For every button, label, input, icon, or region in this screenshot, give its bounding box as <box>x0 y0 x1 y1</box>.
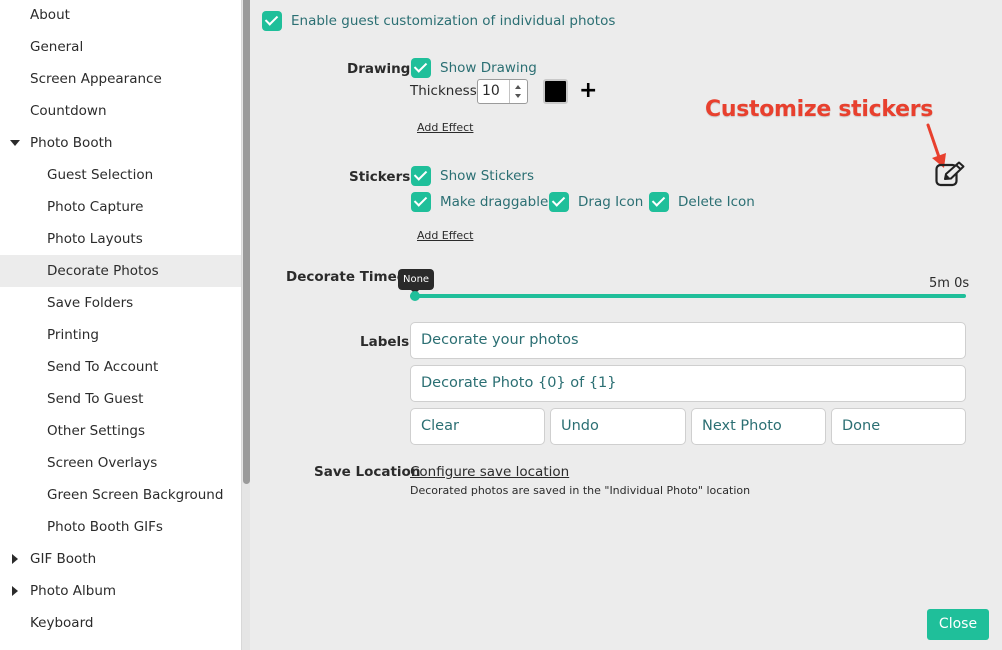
sidebar-item-photo-booth[interactable]: Photo Booth <box>0 127 241 159</box>
sidebar-item-photo-booth-gifs[interactable]: Photo Booth GIFs <box>0 511 241 543</box>
timeout-slider-handle[interactable] <box>410 291 420 301</box>
sidebar-item-send-to-guest[interactable]: Send To Guest <box>0 383 241 415</box>
make-draggable-label: Make draggable <box>440 194 549 210</box>
sidebar-item-general[interactable]: General <box>0 31 241 63</box>
add-color-plus-icon[interactable]: + <box>579 80 597 102</box>
drawing-add-effect-link[interactable]: Add Effect <box>417 121 473 134</box>
make-draggable-checkbox[interactable] <box>411 192 431 212</box>
show-drawing-checkbox[interactable] <box>411 58 431 78</box>
customize-stickers-callout: Customize stickers <box>705 97 934 122</box>
sidebar-item-gif-booth[interactable]: GIF Booth <box>0 543 241 575</box>
stickers-section-label: Stickers <box>349 169 411 185</box>
thickness-value: 10 <box>482 83 500 99</box>
thickness-label: Thickness <box>410 83 477 99</box>
labels-subtitle-input[interactable]: Decorate Photo {0} of {1} <box>410 365 966 402</box>
sidebar-item-label: Photo Booth <box>30 135 113 151</box>
timeout-tooltip: None <box>398 269 435 294</box>
show-drawing-label: Show Drawing <box>440 60 537 76</box>
sidebar-item-photo-album[interactable]: Photo Album <box>0 575 241 607</box>
timeout-slider-track[interactable] <box>410 294 966 298</box>
sidebar-item-decorate-photos[interactable]: Decorate Photos <box>0 255 241 287</box>
drawing-section-label: Drawing <box>347 61 411 77</box>
close-button[interactable]: Close <box>927 609 989 640</box>
stepper-up-icon[interactable] <box>515 85 521 89</box>
stickers-add-effect-link[interactable]: Add Effect <box>417 229 473 242</box>
sidebar-item-guest-selection[interactable]: Guest Selection <box>0 159 241 191</box>
edit-stickers-icon[interactable] <box>934 161 968 189</box>
show-stickers-checkbox[interactable] <box>411 166 431 186</box>
timeout-max-label: 5m 0s <box>929 276 970 291</box>
decorate-photos-panel: Enable guest customization of individual… <box>250 0 1002 650</box>
sidebar-item-keyboard[interactable]: Keyboard <box>0 607 241 639</box>
sidebar-item-photo-capture[interactable]: Photo Capture <box>0 191 241 223</box>
drag-icon-label: Drag Icon <box>578 194 644 210</box>
stepper-arrows[interactable] <box>509 80 527 103</box>
label-done-input[interactable]: Done <box>831 408 966 445</box>
sidebar-item-screen-overlays[interactable]: Screen Overlays <box>0 447 241 479</box>
sidebar-item-send-to-account[interactable]: Send To Account <box>0 351 241 383</box>
sidebar-item-green-screen-background[interactable]: Green Screen Background <box>0 479 241 511</box>
stepper-down-icon[interactable] <box>515 94 521 98</box>
enable-customization-checkbox[interactable] <box>262 11 282 31</box>
label-undo-input[interactable]: Undo <box>550 408 686 445</box>
sidebar-item-label: GIF Booth <box>30 551 97 567</box>
sidebar-item-printing[interactable]: Printing <box>0 319 241 351</box>
save-location-label: Save Location <box>314 464 421 480</box>
sidebar-item-screen-appearance[interactable]: Screen Appearance <box>0 63 241 95</box>
thickness-stepper[interactable]: 10 <box>477 79 528 104</box>
save-location-note: Decorated photos are saved in the "Indiv… <box>410 484 751 497</box>
settings-sidebar: About General Screen Appearance Countdow… <box>0 0 242 650</box>
sidebar-item-photo-layouts[interactable]: Photo Layouts <box>0 223 241 255</box>
caret-down-icon[interactable] <box>9 127 21 159</box>
labels-section-label: Labels <box>360 334 410 350</box>
labels-title-input[interactable]: Decorate your photos <box>410 322 966 359</box>
sidebar-item-other-settings[interactable]: Other Settings <box>0 415 241 447</box>
sidebar-scrollbar-thumb[interactable] <box>243 0 250 484</box>
caret-right-icon[interactable] <box>9 543 21 575</box>
sidebar-item-about[interactable]: About <box>0 0 241 31</box>
drag-icon-checkbox[interactable] <box>549 192 569 212</box>
configure-save-location-link[interactable]: Configure save location <box>410 464 569 480</box>
show-stickers-label: Show Stickers <box>440 168 534 184</box>
sidebar-item-label: Photo Album <box>30 583 117 599</box>
sidebar-item-countdown[interactable]: Countdown <box>0 95 241 127</box>
drawing-color-swatch[interactable] <box>543 79 568 104</box>
label-clear-input[interactable]: Clear <box>410 408 545 445</box>
caret-right-icon[interactable] <box>9 575 21 607</box>
enable-customization-label: Enable guest customization of individual… <box>291 13 616 29</box>
delete-icon-label: Delete Icon <box>678 194 755 210</box>
sidebar-item-save-folders[interactable]: Save Folders <box>0 287 241 319</box>
delete-icon-checkbox[interactable] <box>649 192 669 212</box>
label-next-photo-input[interactable]: Next Photo <box>691 408 826 445</box>
